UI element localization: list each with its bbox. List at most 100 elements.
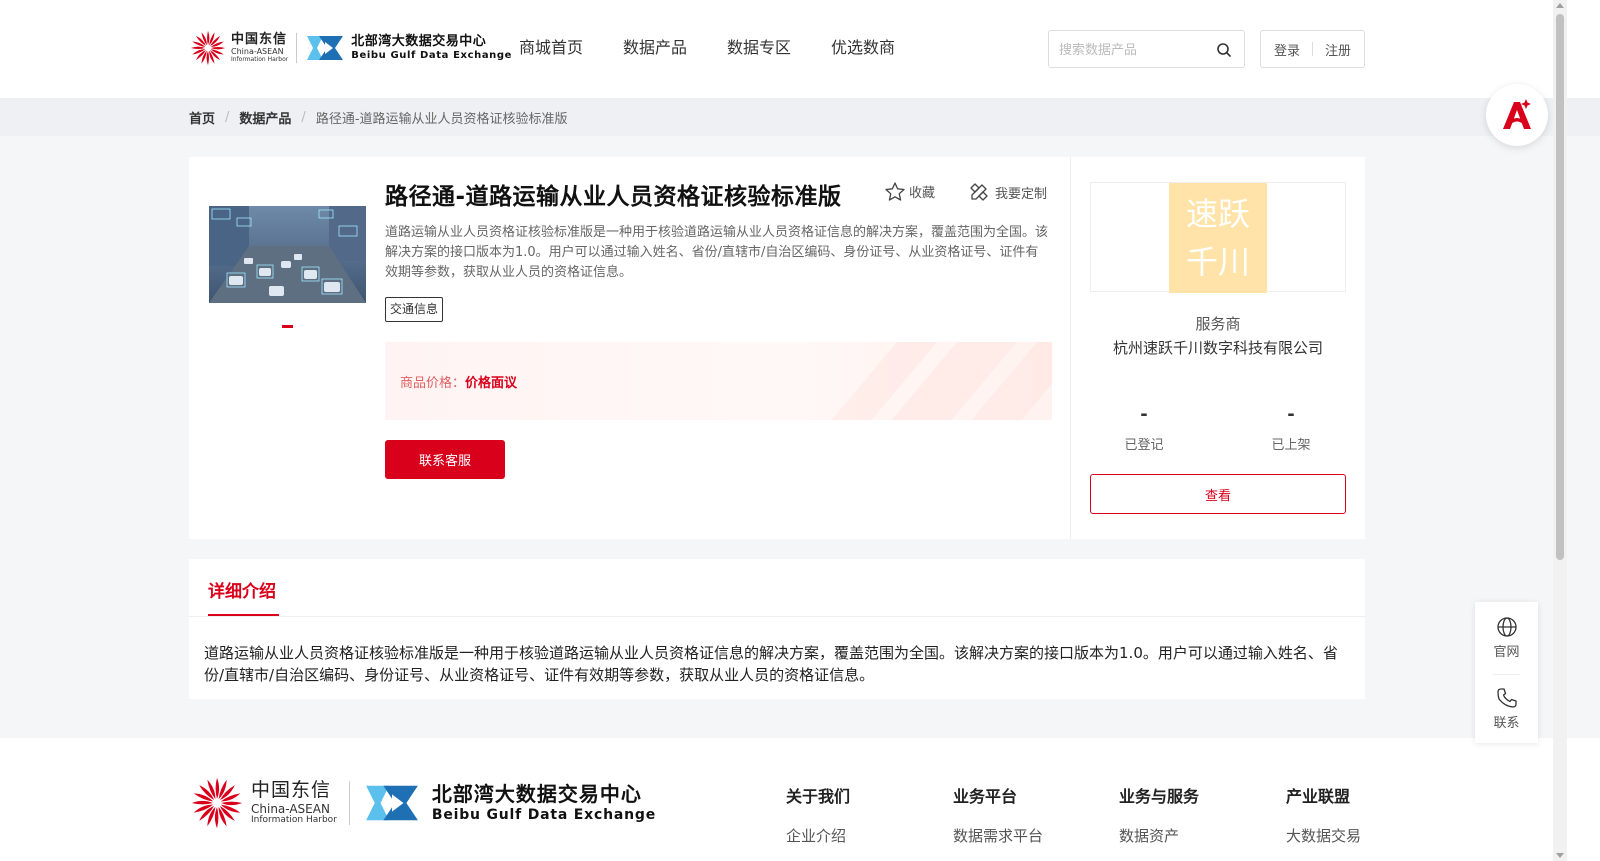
breadcrumb: 首页 / 数据产品 / 路径通-道路运输从业人员资格证核验标准版 — [0, 98, 1600, 136]
card-divider — [1070, 157, 1071, 539]
footer-link[interactable]: 企业介绍 — [786, 825, 850, 846]
image-carousel-indicator[interactable] — [282, 325, 293, 328]
website-tool[interactable]: 官网 — [1475, 616, 1538, 660]
breadcrumb-separator: / — [301, 110, 306, 125]
side-toolbar: 官网 联系 — [1475, 602, 1538, 743]
footer-link[interactable]: 大数据交易 — [1286, 825, 1361, 846]
phone-icon — [1496, 688, 1517, 708]
price-panel: 商品价格：价格面议 — [385, 342, 1052, 420]
footer-logo-divider — [348, 781, 350, 825]
login-link[interactable]: 登录 — [1274, 40, 1300, 59]
nav-mall-home[interactable]: 商城首页 — [519, 36, 583, 60]
beibu-gulf-logo-icon — [307, 36, 344, 60]
customize-label: 我要定制 — [995, 186, 1048, 202]
footer-bb-wordmark: 北部湾大数据交易中心 Beibu Gulf Data Exchange — [432, 784, 656, 822]
price-value: 价格面议 — [465, 376, 518, 391]
logo-divider — [296, 33, 298, 63]
logo-ct-en1: China-ASEAN — [231, 47, 284, 56]
tab-detail-intro[interactable]: 详细介绍 — [208, 577, 276, 602]
stat-registered-value: - — [1140, 404, 1148, 425]
footer-logo-ct-en1: China-ASEAN — [251, 802, 330, 816]
side-tool-divider — [1493, 674, 1520, 675]
category-tag: 交通信息 — [385, 297, 444, 322]
tab-divider — [189, 616, 1365, 617]
detail-section: 详细介绍 道路运输从业人员资格证核验标准版是一种用于核验道路运输从业人员资格证信… — [189, 559, 1365, 699]
nav-preferred-vendors[interactable]: 优选数商 — [831, 36, 895, 60]
footer-logo[interactable]: 中国东信 China-ASEAN Information Harbor 北部湾大… — [189, 774, 656, 832]
main-nav: 商城首页 数据产品 数据专区 优选数商 — [519, 36, 895, 60]
vendor-label: 服务商 — [1195, 315, 1241, 333]
price-text: 商品价格：价格面议 — [400, 372, 517, 391]
scroll-up-arrow-icon[interactable] — [1556, 3, 1564, 8]
vendor-logo-line1: 速跃 — [1185, 195, 1250, 233]
product-card: 路径通-道路运输从业人员资格证核验标准版 收藏 我要定制 道路运输从业人员资格证… — [189, 157, 1365, 539]
stat-registered-label: 已登记 — [1124, 438, 1164, 453]
product-image[interactable] — [209, 206, 366, 303]
vendor-logo-frame: 速跃 千川 — [1090, 182, 1346, 293]
star-icon — [885, 182, 905, 201]
breadcrumb-separator: / — [225, 110, 230, 125]
beibu-gulf-logo-icon — [366, 785, 418, 821]
traffic-scene-image — [209, 206, 366, 303]
search-box — [1048, 30, 1245, 68]
site-logo[interactable]: 中国东信 China-ASEAN Information Harbor 北部湾大… — [189, 28, 512, 68]
logo-ct-cn: 中国东信 — [231, 32, 288, 47]
footer-col-alliance: 产业联盟 大数据交易 — [1286, 783, 1361, 846]
contact-tool[interactable]: 联系 — [1475, 687, 1538, 731]
auth-divider — [1312, 42, 1313, 56]
vendor-logo-line2: 千川 — [1185, 243, 1250, 281]
website-label: 官网 — [1493, 645, 1520, 660]
footer-col-platform: 业务平台 数据需求平台 — [953, 783, 1043, 846]
contact-service-button[interactable]: 联系客服 — [385, 440, 505, 479]
footer-col-title: 关于我们 — [786, 787, 851, 806]
ai-assistant-button[interactable] — [1486, 84, 1548, 146]
stat-listed-value: - — [1287, 404, 1295, 425]
favorite-button[interactable]: 收藏 — [885, 182, 935, 201]
china-asean-sun-logo-icon — [191, 777, 243, 829]
footer-col-about: 关于我们 企业介绍 — [786, 783, 850, 846]
china-asean-sun-logo-icon — [190, 30, 226, 66]
footer-ct-wordmark: 中国东信 China-ASEAN Information Harbor — [251, 781, 337, 825]
footer-col-title: 业务平台 — [953, 787, 1018, 806]
stat-registered: - 已登记 — [1104, 404, 1184, 453]
footer: 中国东信 China-ASEAN Information Harbor 北部湾大… — [0, 738, 1600, 861]
scroll-down-arrow-icon[interactable] — [1556, 853, 1564, 858]
breadcrumb-category[interactable]: 数据产品 — [239, 108, 291, 127]
favorite-label: 收藏 — [909, 186, 936, 201]
product-title: 路径通-道路运输从业人员资格证核验标准版 — [385, 184, 842, 210]
stat-listed: - 已上架 — [1251, 404, 1331, 453]
search-icon[interactable] — [1216, 42, 1232, 58]
china-asean-wordmark: 中国东信 China-ASEAN Information Harbor — [231, 33, 288, 63]
view-vendor-button[interactable]: 查看 — [1090, 474, 1346, 514]
footer-col-services: 业务与服务 数据资产 — [1119, 783, 1199, 846]
customize-button[interactable]: 我要定制 — [969, 182, 1047, 202]
beibu-gulf-wordmark: 北部湾大数据交易中心 Beibu Gulf Data Exchange — [351, 35, 512, 61]
footer-col-title: 产业联盟 — [1286, 787, 1351, 806]
logo-bb-cn: 北部湾大数据交易中心 — [351, 34, 487, 49]
footer-logo-ct-en2: Information Harbor — [251, 815, 337, 825]
stat-listed-label: 已上架 — [1271, 438, 1311, 453]
scroll-thumb[interactable] — [1556, 14, 1564, 560]
ai-assistant-icon — [1503, 99, 1531, 129]
page-scrollbar[interactable] — [1553, 0, 1567, 861]
footer-logo-ct-cn: 中国东信 — [251, 779, 332, 801]
breadcrumb-current: 路径通-道路运输从业人员资格证核验标准版 — [315, 112, 568, 127]
customize-icon — [970, 183, 988, 201]
breadcrumb-home[interactable]: 首页 — [189, 108, 215, 127]
nav-data-products[interactable]: 数据产品 — [623, 36, 687, 60]
nav-data-zone[interactable]: 数据专区 — [727, 36, 791, 60]
footer-link[interactable]: 数据资产 — [1119, 825, 1199, 846]
footer-logo-bb-en: Beibu Gulf Data Exchange — [431, 807, 656, 823]
product-description: 道路运输从业人员资格证核验标准版是一种用于核验道路运输从业人员资格证信息的解决方… — [385, 225, 1049, 280]
vendor-logo[interactable]: 速跃 千川 — [1169, 183, 1267, 293]
register-link[interactable]: 注册 — [1325, 40, 1351, 59]
footer-link[interactable]: 数据需求平台 — [953, 825, 1043, 846]
detail-body: 道路运输从业人员资格证核验标准版是一种用于核验道路运输从业人员资格证信息的解决方… — [204, 644, 1338, 684]
price-label: 商品价格： — [400, 376, 466, 391]
vendor-name: 杭州速跃千川数字科技有限公司 — [1112, 339, 1323, 357]
auth-links: 登录 注册 — [1260, 30, 1365, 68]
logo-bb-en: Beibu Gulf Data Exchange — [351, 50, 513, 61]
search-input[interactable] — [1059, 40, 1209, 60]
logo-ct-en2: Information Harbor — [231, 56, 289, 63]
footer-logo-bb-cn: 北部湾大数据交易中心 — [431, 782, 642, 806]
